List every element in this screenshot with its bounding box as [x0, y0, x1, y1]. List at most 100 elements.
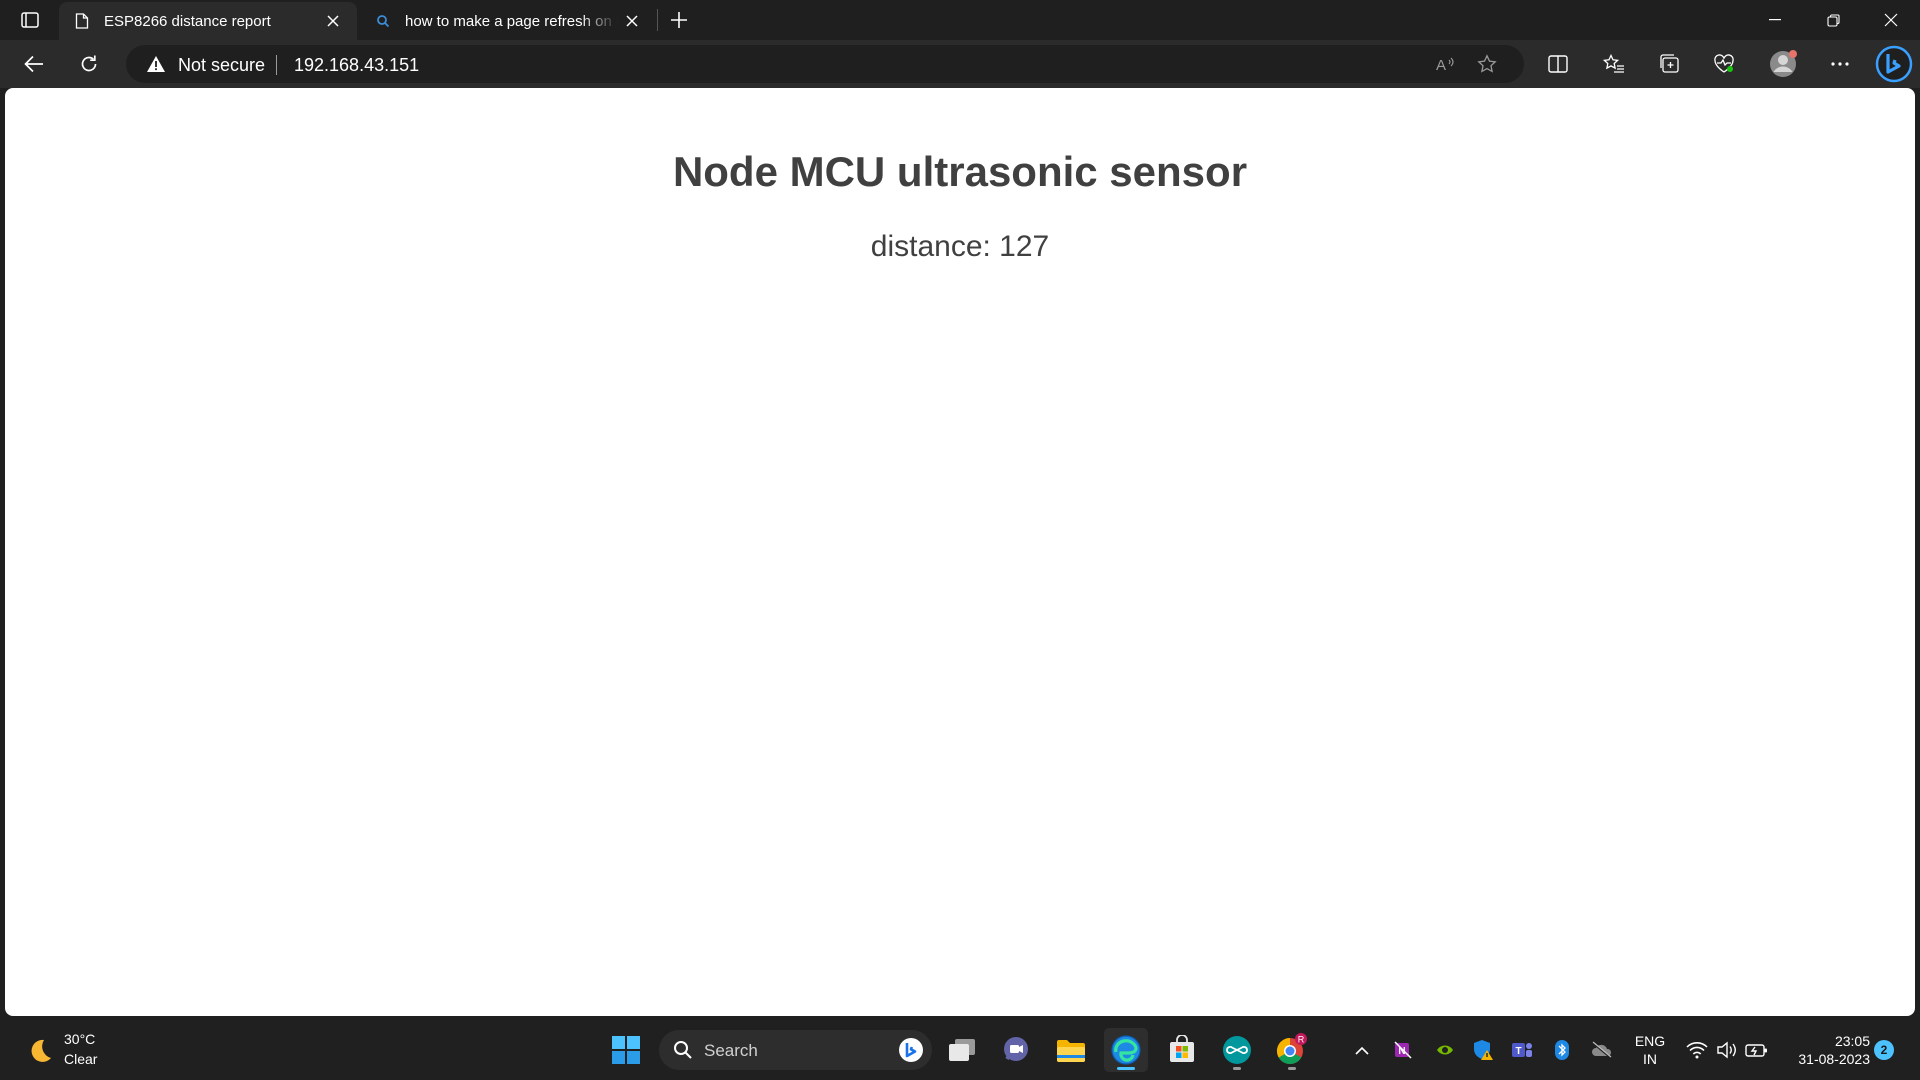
weather-temperature: 30°C	[64, 1031, 96, 1047]
address-divider	[276, 55, 277, 75]
chrome-icon: R	[1276, 1033, 1307, 1065]
nvidia-icon	[1437, 1045, 1453, 1055]
tray-security[interactable]	[1471, 1038, 1495, 1062]
split-screen-button[interactable]	[1540, 46, 1576, 82]
bing-icon	[899, 1038, 923, 1062]
arduino-ide-button[interactable]	[1215, 1028, 1259, 1072]
running-indicator	[1288, 1067, 1296, 1070]
refresh-icon	[81, 55, 97, 72]
back-arrow-icon	[24, 55, 43, 73]
edge-button[interactable]	[1104, 1028, 1148, 1072]
edge-icon	[1111, 1035, 1141, 1065]
profile-button[interactable]	[1765, 46, 1801, 82]
tab-strip: ESP8266 distance report how to make a pa…	[0, 0, 1920, 40]
taskbar: 30°C Clear Search R N T ENG IN 23:05 31-…	[0, 1020, 1920, 1080]
onenote-off-icon: N	[1394, 1041, 1412, 1059]
tab-title: how to make a page refresh on it	[405, 12, 618, 30]
collections-button[interactable]	[1652, 46, 1688, 82]
browser-window: ESP8266 distance report how to make a pa…	[0, 0, 1920, 1080]
security-label[interactable]: Not secure	[178, 55, 265, 76]
tab-search[interactable]: how to make a page refresh on it	[360, 2, 656, 40]
more-icon	[1831, 62, 1849, 66]
close-window-button[interactable]	[1862, 0, 1920, 40]
read-aloud-icon[interactable]: A	[1431, 50, 1461, 78]
distance-reading: distance: 127	[870, 230, 1050, 263]
svg-text:T: T	[1515, 1046, 1521, 1057]
back-button[interactable]	[16, 46, 52, 82]
close-tab-icon[interactable]	[319, 7, 347, 35]
shield-warning-icon	[1474, 1040, 1493, 1060]
close-tab-icon[interactable]	[618, 7, 646, 35]
file-explorer-button[interactable]	[1049, 1028, 1093, 1072]
tray-nvidia[interactable]	[1433, 1038, 1457, 1062]
battery-icon	[1745, 1038, 1769, 1062]
microsoft-store-button[interactable]	[1160, 1028, 1204, 1072]
chat-icon	[1004, 1037, 1028, 1061]
task-view-icon	[949, 1039, 975, 1061]
tab-esp8266[interactable]: ESP8266 distance report	[59, 2, 357, 40]
address-bar[interactable]: Not secure 192.168.43.151 A	[126, 45, 1524, 83]
url-text[interactable]: 192.168.43.151	[294, 55, 419, 76]
tab-title: ESP8266 distance report	[104, 12, 271, 30]
minimize-button[interactable]	[1746, 0, 1804, 40]
search-icon	[674, 1041, 692, 1059]
language-code: ENG	[1634, 1033, 1666, 1049]
bluetooth-icon	[1555, 1040, 1569, 1060]
windows-logo-icon	[612, 1036, 640, 1064]
browser-toolbar: Not secure 192.168.43.151 A	[0, 40, 1920, 88]
tray-onenote[interactable]: N	[1391, 1038, 1415, 1062]
refresh-button[interactable]	[71, 46, 107, 82]
start-button[interactable]	[604, 1028, 648, 1072]
split-screen-icon	[1548, 55, 1568, 73]
copilot-button[interactable]	[1874, 44, 1914, 84]
cloud-off-icon	[1592, 1041, 1612, 1059]
favorite-star-icon[interactable]	[1472, 50, 1502, 78]
moon-icon	[31, 1039, 51, 1062]
search-label: Search	[704, 1041, 758, 1060]
volume-icon	[1715, 1038, 1739, 1062]
browser-essentials-button[interactable]	[1706, 46, 1742, 82]
restore-icon	[1826, 13, 1840, 27]
clock-date: 31-08-2023	[1798, 1051, 1870, 1067]
bing-icon	[1875, 45, 1913, 83]
region-code: IN	[1643, 1051, 1657, 1067]
running-indicator	[1233, 1067, 1241, 1070]
weather-condition: Clear	[64, 1051, 98, 1067]
avatar-icon	[1770, 50, 1797, 77]
tab-actions-button[interactable]	[14, 6, 46, 34]
wifi-icon	[1685, 1038, 1709, 1062]
tab-actions-icon	[21, 12, 39, 28]
tray-teams[interactable]: T	[1510, 1038, 1534, 1062]
chrome-button[interactable]: R	[1270, 1028, 1314, 1072]
show-hidden-icons-button[interactable]	[1350, 1038, 1374, 1062]
favorites-button[interactable]	[1596, 46, 1632, 82]
notification-badge[interactable]: 2	[1874, 1040, 1894, 1060]
language-indicator[interactable]: ENG IN	[1630, 1032, 1670, 1068]
clock-time: 23:05	[1834, 1033, 1870, 1049]
tray-onedrive[interactable]	[1590, 1038, 1614, 1062]
tray-bluetooth[interactable]	[1550, 1038, 1574, 1062]
collections-icon	[1660, 54, 1679, 73]
task-view-button[interactable]	[940, 1028, 984, 1072]
close-icon	[1884, 13, 1898, 27]
chrome-profile-badge: R	[1298, 1035, 1305, 1045]
active-indicator	[1117, 1067, 1135, 1070]
chevron-up-icon	[1355, 1046, 1369, 1055]
taskbar-search[interactable]: Search	[659, 1030, 932, 1070]
clock[interactable]: 23:05 31-08-2023	[1770, 1032, 1870, 1068]
warning-icon[interactable]	[146, 55, 166, 73]
minimize-icon	[1769, 19, 1781, 21]
folder-icon	[1057, 1040, 1085, 1062]
heart-pulse-icon	[1714, 54, 1734, 73]
teams-icon: T	[1512, 1043, 1532, 1057]
arduino-icon	[1223, 1036, 1251, 1064]
search-icon	[375, 13, 391, 29]
svg-text:A: A	[1436, 57, 1446, 73]
store-icon	[1170, 1035, 1194, 1062]
page-icon	[74, 13, 90, 29]
settings-more-button[interactable]	[1822, 46, 1858, 82]
plus-icon	[671, 12, 687, 28]
new-tab-button[interactable]	[664, 5, 694, 35]
teams-chat-button[interactable]	[994, 1028, 1038, 1072]
restore-button[interactable]	[1804, 0, 1862, 40]
